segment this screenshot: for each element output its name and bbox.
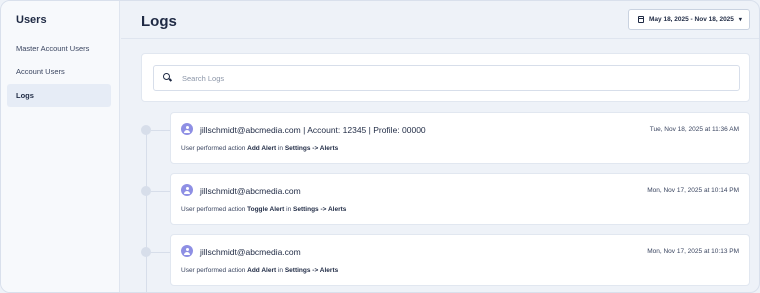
sidebar-item-account-users[interactable]: Account Users — [7, 60, 111, 83]
user-avatar-icon — [181, 123, 193, 135]
log-description: User performed action Add Alert in Setti… — [181, 145, 338, 152]
log-description: User performed action Add Alert in Setti… — [181, 267, 338, 274]
timeline-connector — [151, 191, 170, 192]
timeline-line — [146, 130, 147, 292]
log-timestamp: Mon, Nov 17, 2025 at 10:13 PM — [647, 248, 739, 255]
log-timestamp: Tue, Nov 18, 2025 at 11:36 AM — [649, 126, 739, 133]
header-divider — [121, 38, 759, 39]
log-description: User performed action Toggle Alert in Se… — [181, 206, 346, 213]
search-box[interactable] — [153, 65, 740, 91]
log-in: in — [286, 206, 292, 213]
sidebar-title: Users — [16, 14, 47, 26]
log-prefix: User performed action — [181, 206, 246, 213]
sidebar-item-master-account-users[interactable]: Master Account Users — [7, 37, 111, 60]
timeline-dot — [141, 186, 151, 196]
log-location: Settings -> Alerts — [284, 267, 339, 274]
search-icon — [163, 73, 173, 83]
log-user: jillschmidt@abcmedia.com | Account: 1234… — [200, 125, 426, 135]
log-location: Settings -> Alerts — [293, 206, 347, 213]
sidebar-item-logs[interactable]: Logs — [7, 84, 111, 107]
search-input[interactable] — [182, 73, 722, 83]
timeline-dot — [141, 247, 151, 257]
log-action: Toggle Alert — [247, 206, 285, 213]
log-in: in — [277, 267, 284, 274]
app-window: Users Master Account Users Account Users… — [0, 0, 760, 293]
timeline-dot — [141, 125, 151, 135]
log-user: jillschmidt@abcmedia.com — [200, 247, 301, 257]
user-avatar-icon — [181, 245, 193, 257]
date-range-label: May 18, 2025 - Nov 18, 2025 — [649, 16, 734, 23]
page-title: Logs — [141, 13, 177, 30]
user-avatar-icon — [181, 184, 193, 196]
log-prefix: User performed action — [181, 267, 246, 274]
log-action: Add Alert — [247, 145, 277, 152]
log-entry[interactable]: jillschmidt@abcmedia.com Mon, Nov 17, 20… — [170, 234, 750, 286]
chevron-down-icon: ▾ — [738, 17, 742, 23]
timeline-connector — [151, 252, 170, 253]
timeline-connector — [151, 130, 170, 131]
log-entry[interactable]: jillschmidt@abcmedia.com Mon, Nov 17, 20… — [170, 173, 750, 225]
search-card — [141, 53, 750, 102]
log-action: Add Alert — [247, 267, 277, 274]
log-entry[interactable]: jillschmidt@abcmedia.com | Account: 1234… — [170, 112, 750, 164]
sidebar: Users Master Account Users Account Users… — [1, 1, 120, 292]
log-location: Settings -> Alerts — [284, 145, 339, 152]
date-range-picker[interactable]: May 18, 2025 - Nov 18, 2025 ▾ — [628, 9, 750, 30]
calendar-icon — [638, 16, 644, 23]
log-timestamp: Mon, Nov 17, 2025 at 10:14 PM — [647, 187, 739, 194]
log-in: in — [277, 145, 284, 152]
log-prefix: User performed action — [181, 145, 246, 152]
log-user: jillschmidt@abcmedia.com — [200, 186, 301, 196]
